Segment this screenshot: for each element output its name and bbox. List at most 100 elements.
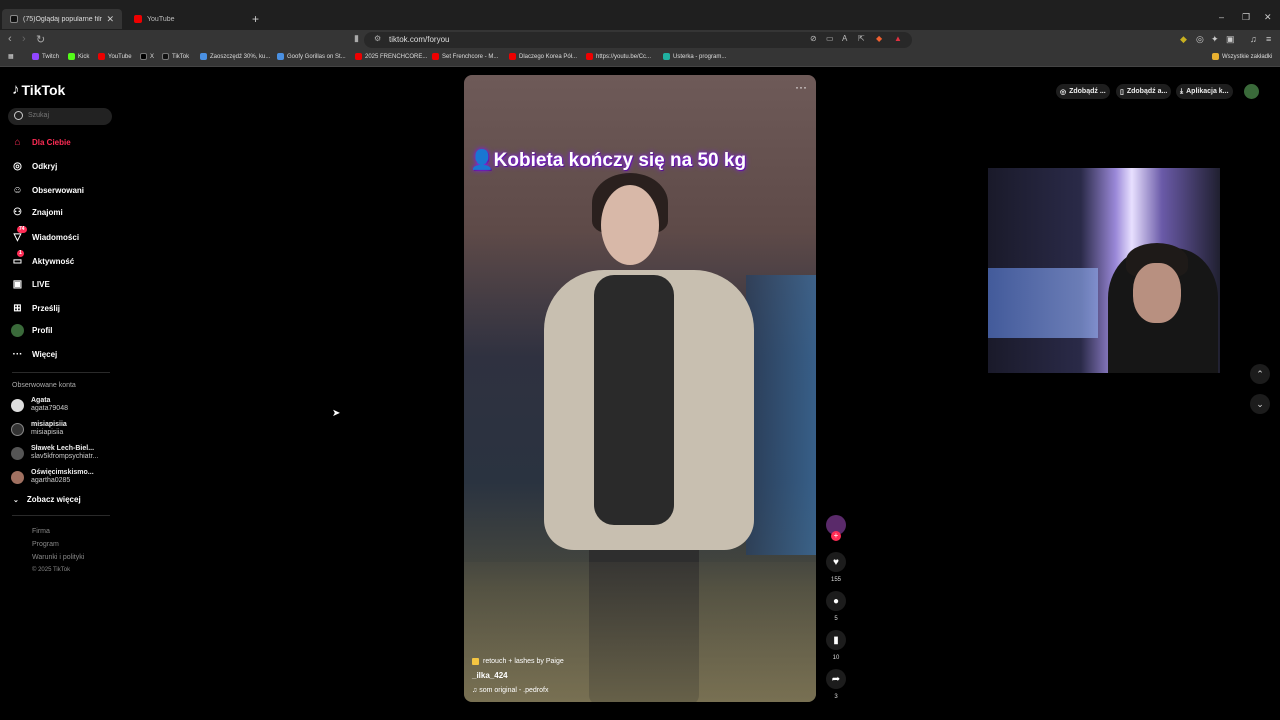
save-count: 10 xyxy=(832,655,840,661)
followed-account[interactable]: misiapisiia misiapisiia xyxy=(11,421,67,437)
bookmark-item[interactable]: Set Frenchcore - M... xyxy=(432,53,498,60)
bookmark-label: Zaoszczędź 30%, ku... xyxy=(210,53,271,60)
sidebar-item-label: Profil xyxy=(32,326,53,335)
bookmark-label: 2025 FRENCHCORE... xyxy=(365,53,428,60)
restore-icon[interactable]: ❐ xyxy=(1242,12,1250,23)
followed-account[interactable]: Sławek Lech-Biel... slav5kfrompsychiatr..… xyxy=(11,445,98,461)
account-handle: misiapisiia xyxy=(31,429,64,436)
brave-rewards-icon[interactable]: ▲ xyxy=(894,34,902,43)
followed-account[interactable]: Agata agata79048 xyxy=(11,397,68,413)
folder-icon xyxy=(1212,53,1219,60)
wallet-icon[interactable]: ◆ xyxy=(1180,34,1187,45)
forward-icon[interactable]: › xyxy=(22,33,26,45)
get-coins-button[interactable]: ◎ Zdobądź ... xyxy=(1056,84,1110,99)
menu-icon[interactable]: ≡ xyxy=(1266,34,1271,44)
bookmark-icon xyxy=(277,53,284,60)
search-input[interactable]: Szukaj xyxy=(8,108,112,125)
no-video-icon[interactable]: ⊘ xyxy=(810,34,817,43)
all-bookmarks-folder[interactable]: Wszystkie zakładki xyxy=(1212,53,1272,60)
sidebar-item-for-you[interactable]: ⌂ Dla Ciebie xyxy=(11,136,70,149)
reload-icon[interactable]: ↻ xyxy=(36,33,45,46)
bookmark-youtube[interactable]: YouTube xyxy=(98,53,132,60)
bookmark-item[interactable]: https://youtu.be/Cc... xyxy=(586,53,651,60)
sidebar-item-label: Aktywność xyxy=(32,257,75,266)
bookmark-tiktok[interactable]: TikTok xyxy=(162,53,189,60)
divider xyxy=(12,372,110,373)
next-video-button[interactable]: ⌄ xyxy=(1250,394,1270,414)
sidebar-toggle-icon[interactable]: ▣ xyxy=(1226,34,1235,45)
media-icon[interactable]: ♫ xyxy=(1250,34,1257,44)
vpn-icon[interactable]: ◎ xyxy=(1196,34,1204,45)
extensions-icon[interactable]: ✦ xyxy=(1211,34,1219,45)
bookmark-item[interactable]: 2025 FRENCHCORE... xyxy=(355,53,427,60)
desktop-app-button[interactable]: ⤓ Aplikacja k... xyxy=(1176,84,1233,99)
save-button[interactable]: ▮ xyxy=(826,630,846,650)
sidebar-item-following[interactable]: ☺ Obserwowani xyxy=(11,184,84,197)
address-bar[interactable]: ⚙ tiktok.com/foryou ⊘ ▭ A ⇱ ◆ ▲ xyxy=(364,32,912,48)
button-label: Zdobądź ... xyxy=(1069,88,1106,95)
previous-video-button[interactable]: ⌃ xyxy=(1250,364,1270,384)
account-handle: agata79048 xyxy=(31,405,68,412)
account-handle: slav5kfrompsychiatr... xyxy=(31,453,99,460)
logo-text: TikTok xyxy=(21,81,66,98)
sidebar-item-label: LIVE xyxy=(32,280,50,289)
footer-link-company[interactable]: Firma xyxy=(32,528,50,535)
video-frame-figure xyxy=(594,275,674,525)
sidebar-item-profile[interactable]: Profil xyxy=(11,324,52,337)
bookmark-x[interactable]: X xyxy=(140,53,154,60)
youtube-icon xyxy=(355,53,362,60)
sidebar-item-friends[interactable]: ⚇ Znajomi xyxy=(11,206,63,219)
brave-shield-icon[interactable]: ◆ xyxy=(876,34,882,43)
footer-link-program[interactable]: Program xyxy=(32,541,59,548)
new-tab-icon[interactable]: + xyxy=(252,12,259,26)
sidebar-item-upload[interactable]: ⊞ Prześlij xyxy=(11,302,60,315)
video-sound[interactable]: ♫ som original - .pedrofx xyxy=(472,687,548,694)
sidebar-item-label: Wiadomości xyxy=(32,233,80,242)
sidebar-item-activity[interactable]: ▭ 1 Aktywność xyxy=(11,250,75,268)
search-icon xyxy=(14,111,23,120)
bookmark-kick[interactable]: Kick xyxy=(68,53,89,60)
sidebar-item-more[interactable]: ··· Więcej xyxy=(11,348,58,361)
share-button[interactable]: ➦ xyxy=(826,669,846,689)
video-more-options-icon[interactable]: ··· xyxy=(795,80,807,94)
see-more-label: Zobacz więcej xyxy=(26,495,81,504)
bookmark-icon[interactable]: ▮ xyxy=(354,33,359,44)
streamer-webcam-overlay xyxy=(988,168,1220,373)
minimize-icon[interactable]: – xyxy=(1219,12,1224,22)
follow-plus-icon[interactable]: + xyxy=(831,531,841,541)
close-tab-icon[interactable]: ✕ xyxy=(106,14,114,25)
comment-button[interactable]: ● xyxy=(826,591,846,611)
see-more-link[interactable]: ⌄ Zobacz więcej xyxy=(13,495,81,504)
sidebar-item-live[interactable]: ▣ LIVE xyxy=(11,278,50,291)
translate-icon[interactable]: A xyxy=(842,34,847,43)
get-app-button[interactable]: ▯ Zdobądź a... xyxy=(1116,84,1172,99)
close-window-icon[interactable]: ✕ xyxy=(1264,12,1272,23)
bookmark-item[interactable]: Usterka - program... xyxy=(663,53,726,60)
video-caption-text: Kobieta kończy się na 50 kg xyxy=(493,150,747,171)
bookmark-twitch[interactable]: Twitch xyxy=(32,53,59,60)
video-player[interactable]: 👤Kobieta kończy się na 50 kg ··· retouch… xyxy=(464,75,816,702)
tab-tiktok[interactable]: (75)Oglądaj popularne filmy | ✕ xyxy=(2,9,122,29)
sidebar-item-explore[interactable]: ◎ Odkryj xyxy=(11,160,57,173)
followed-account[interactable]: Oświęcimskismo... agartha0285 xyxy=(11,469,94,485)
sidebar-item-messages[interactable]: ▽ 74 Wiadomości xyxy=(11,226,80,244)
bookmark-item[interactable]: Dlaczego Korea Pół... xyxy=(509,53,577,60)
share-icon[interactable]: ⇱ xyxy=(858,34,865,43)
bookmark-item[interactable]: Goofy Gorillas on St... xyxy=(277,53,346,60)
bookmark-icon xyxy=(200,53,207,60)
bookmark-item[interactable]: Zaoszczędź 30%, ku... xyxy=(200,53,270,60)
youtube-favicon-icon xyxy=(134,15,142,23)
tiktok-logo[interactable]: ♪ TikTok xyxy=(12,81,65,98)
back-icon[interactable]: ‹ xyxy=(8,33,12,45)
video-effect[interactable]: retouch + lashes by Paige xyxy=(472,658,564,665)
user-avatar[interactable] xyxy=(1244,84,1259,99)
video-username[interactable]: _ilka_424 xyxy=(472,671,508,680)
activity-icon: ▭ 1 xyxy=(12,250,24,267)
tab-youtube[interactable]: YouTube xyxy=(126,9,246,29)
like-button[interactable]: ♥ xyxy=(826,552,846,572)
cast-icon[interactable]: ▭ xyxy=(826,34,834,43)
site-info-icon[interactable]: ⚙ xyxy=(374,34,381,43)
messages-badge: 74 xyxy=(17,226,27,233)
apps-icon[interactable]: ▦ xyxy=(8,53,14,60)
footer-link-terms[interactable]: Warunki i polityki xyxy=(32,554,84,561)
